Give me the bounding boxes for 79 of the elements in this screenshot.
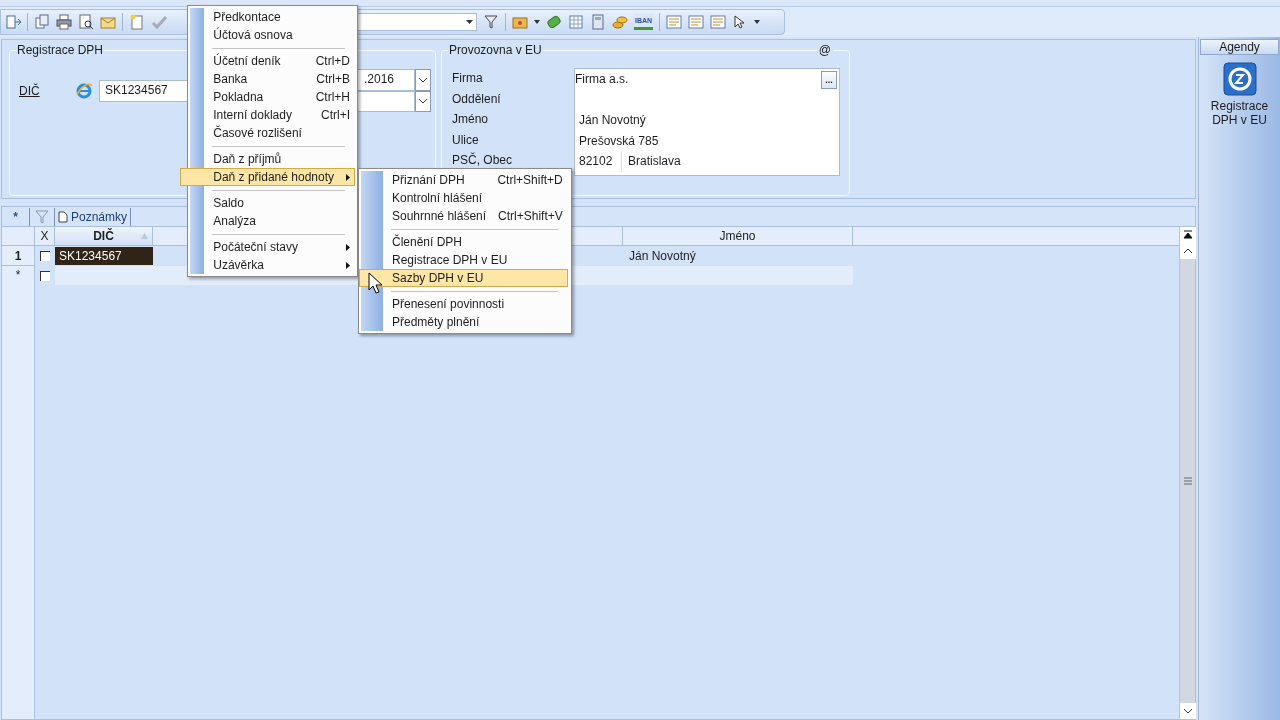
email-icon[interactable]: @ [816,42,833,58]
menu-item[interactable]: Přiznání DPH Ctrl+Shift+D [383,171,568,189]
field-label: DIČ [19,82,41,100]
menu-item[interactable]: Účetní deník Ctrl+D [204,52,355,70]
column-header[interactable]: DIČ [55,227,153,245]
row-header[interactable]: 1 [2,246,35,266]
shortcut-label: Ctrl+H [315,89,350,106]
field-value: Prešovská 785 [579,132,659,150]
menu-item[interactable]: Uzávěrka [204,256,355,274]
field-value: 82102 [579,153,614,171]
scroll-top-icon[interactable] [1180,227,1196,243]
menu-item[interactable]: Členění DPH [383,233,568,251]
menu-item[interactable]: Přenesení povinnosti [383,295,568,313]
new-row-marker: * [2,266,35,285]
menu-item[interactable]: Daň z příjmů [204,150,355,168]
filter-icon[interactable] [483,14,499,30]
caret-icon[interactable] [534,20,540,24]
shortcut-label: Ctrl+D [315,53,350,70]
menu-item[interactable]: Analýza [204,212,355,230]
door-icon[interactable] [5,14,21,30]
dropdown-icon[interactable] [415,91,431,112]
scroll-up-icon[interactable] [1180,243,1196,259]
document-icon[interactable] [58,210,68,223]
agenda-icon[interactable] [1222,62,1257,96]
banknote-icon[interactable] [546,14,562,30]
menu-item[interactable]: Sazby DPH v EU [359,269,568,287]
field-label: Firma [452,70,484,87]
menu-item[interactable]: Kontrolní hlášení [383,189,568,207]
group-title: Registrace DPH [16,42,105,58]
shortcut-label: Ctrl+Shift+D [497,172,563,189]
new-document-icon[interactable] [129,14,145,30]
menu-item[interactable]: Saldo [204,194,355,212]
table-cell: SK1234567 [55,247,153,265]
menu-item[interactable]: Předkontace [204,8,355,26]
field-value: Bratislava [621,151,681,172]
menu-item[interactable]: Souhrnné hlášení Ctrl+Shift+V [383,207,568,225]
shortcut-label: Ctrl+Shift+V [498,208,563,225]
field-value: Ján Novotný [579,112,646,130]
field-label: Oddělení [452,90,502,108]
panel-header: Agendy [1200,39,1279,55]
globe-icon[interactable] [75,81,93,100]
printer-icon[interactable] [56,14,72,30]
coins-icon[interactable] [612,14,628,30]
add-button[interactable]: * [2,207,30,226]
menu-item[interactable]: Interní doklady Ctrl+I [204,106,355,124]
field-label: PSČ, Obec [452,151,514,169]
envelope-icon[interactable] [100,14,116,30]
menu-item[interactable]: Registrace DPH v EU [383,251,568,269]
scroll-thumb-icon[interactable] [1183,477,1192,485]
caret-icon[interactable] [754,20,761,24]
menu-item[interactable]: Daň z přidané hodnoty [180,168,355,186]
dropdown-icon[interactable] [415,69,431,91]
submenu-arrow-icon[interactable] [346,261,350,269]
scrollbar[interactable] [1179,227,1195,719]
shortcut-label: Ctrl+I [321,107,350,124]
checkmark-icon[interactable] [151,14,167,30]
menu-item[interactable]: Účtová osnova [204,26,355,44]
copy-icon[interactable] [34,14,50,30]
dropdown-icon[interactable] [466,20,473,24]
checkbox[interactable] [40,270,50,281]
field-value: Firma a.s. [575,71,629,89]
field-label: Ulice [452,131,480,149]
menu-item[interactable]: Předměty plnění [383,313,568,331]
submenu-arrow-icon[interactable] [346,243,350,251]
table-cell-text: Ján Novotný [628,248,697,265]
field-label: Jméno [452,111,490,128]
preview-icon[interactable] [78,14,94,30]
checkbox[interactable] [40,251,50,261]
more-button[interactable]: ... [821,71,837,89]
mouse-pointer-icon [368,272,382,294]
menu-item[interactable]: Počáteční stavy [204,238,355,256]
scroll-down-icon[interactable] [1180,703,1196,719]
folder-icon[interactable] [512,14,528,30]
menu-item[interactable]: Časové rozlišení [204,124,355,142]
grid-icon[interactable] [568,14,584,30]
agenda-item[interactable]: Registrace DPH v EU [1199,61,1280,128]
notes-tab[interactable]: Poznámky [54,207,132,226]
submenu-arrow-icon[interactable] [346,173,350,181]
column-header[interactable]: Jméno [623,227,853,245]
